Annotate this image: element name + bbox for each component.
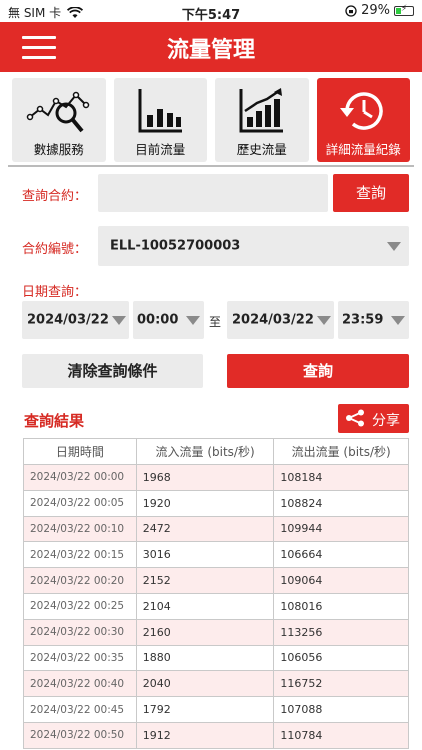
- tab-history-traffic[interactable]: 歷史流量: [215, 78, 309, 162]
- tab-current-traffic[interactable]: 目前流量: [113, 78, 208, 162]
- table-row: 2024/03/22 00:35 1880 106056: [23, 644, 409, 672]
- battery-icon: ⚡: [394, 3, 414, 16]
- table-row: 2024/03/22 00:10 2472 109944: [23, 515, 409, 543]
- table-header-row: 日期時間 流入流量 (bits/秒) 流出流量 (bits/秒): [23, 438, 409, 465]
- nav-bar: 流量管理: [0, 22, 422, 72]
- cell-outbound: 106664: [273, 541, 409, 569]
- cell-inbound: 1912: [135, 721, 275, 749]
- page-title: 流量管理: [166, 38, 255, 63]
- contract-no-select[interactable]: ELL-10052700003: [98, 226, 409, 266]
- tab-detailed-traffic-log[interactable]: 詳細流量紀錄: [316, 78, 411, 162]
- share-icon: [346, 409, 364, 427]
- table-row: 2024/03/22 00:05 1920 108824: [23, 489, 409, 517]
- cell-inbound: 1920: [135, 489, 275, 517]
- bar-chart-icon: [114, 84, 208, 138]
- contract-query-button[interactable]: 查詢: [333, 174, 409, 212]
- cell-outbound: 106056: [273, 644, 409, 672]
- start-time-select[interactable]: 00:00: [133, 301, 204, 339]
- cell-datetime: 2024/03/22 00:05: [23, 489, 137, 517]
- table-row: 2024/03/22 00:30 2160 113256: [23, 618, 409, 646]
- end-date-select[interactable]: 2024/03/22: [227, 301, 334, 339]
- tab-data-service[interactable]: 數據服務: [12, 78, 106, 162]
- cell-outbound: 107088: [273, 696, 409, 723]
- chevron-down-icon: [391, 316, 405, 325]
- cell-datetime: 2024/03/22 00:20: [23, 567, 137, 594]
- cell-outbound: 108824: [273, 489, 409, 517]
- column-header-outbound: 流出流量 (bits/秒): [273, 438, 409, 465]
- share-label: 分享: [372, 413, 400, 429]
- cell-outbound: 109944: [273, 515, 409, 543]
- analytics-search-icon: [12, 84, 106, 138]
- contract-no-value: ELL-10052700003: [110, 238, 241, 254]
- cell-inbound: 1968: [135, 464, 275, 491]
- table-row: 2024/03/22 00:45 1792 107088: [23, 696, 409, 723]
- cell-datetime: 2024/03/22 00:30: [23, 618, 137, 646]
- battery-percent: 29%: [361, 3, 390, 18]
- table-row: 2024/03/22 00:25 2104 108016: [23, 592, 409, 620]
- tab-label: 詳細流量紀錄: [325, 142, 401, 157]
- tab-label: 數據服務: [33, 142, 84, 157]
- cell-outbound: 110784: [273, 721, 409, 749]
- tab-label: 歷史流量: [236, 142, 287, 157]
- column-header-inbound: 流入流量 (bits/秒): [135, 438, 275, 465]
- cell-datetime: 2024/03/22 00:15: [23, 541, 137, 569]
- cell-outbound: 109064: [273, 567, 409, 594]
- cell-datetime: 2024/03/22 00:50: [23, 721, 137, 749]
- end-time-select[interactable]: 23:59: [338, 301, 409, 339]
- contract-no-label: 合約編號：: [22, 242, 88, 257]
- cell-inbound: 2104: [135, 592, 275, 620]
- clear-query-button[interactable]: 清除查詢條件: [22, 354, 203, 388]
- status-right: 29% ⚡: [345, 3, 414, 18]
- cell-outbound: 108016: [273, 592, 409, 620]
- cell-inbound: 2040: [135, 670, 275, 698]
- column-header-datetime: 日期時間: [23, 438, 137, 465]
- chevron-down-icon: [387, 242, 401, 251]
- query-button[interactable]: 查詢: [227, 354, 409, 388]
- cell-datetime: 2024/03/22 00:00: [23, 464, 137, 491]
- history-clock-icon: [317, 84, 411, 138]
- start-time-value: 00:00: [137, 312, 179, 328]
- cell-inbound: 1880: [135, 644, 275, 672]
- table-row: 2024/03/22 00:20 2152 109064: [23, 567, 409, 594]
- cell-inbound: 2160: [135, 618, 275, 646]
- tab-label: 目前流量: [135, 142, 186, 157]
- cell-inbound: 3016: [135, 541, 275, 569]
- results-table: 日期時間 流入流量 (bits/秒) 流出流量 (bits/秒) 2024/03…: [23, 438, 409, 749]
- cell-outbound: 108184: [273, 464, 409, 491]
- date-query-label: 日期查詢：: [22, 285, 88, 300]
- cell-outbound: 113256: [273, 618, 409, 646]
- trend-chart-icon: [215, 84, 309, 138]
- contract-query-field: [98, 174, 328, 212]
- cell-datetime: 2024/03/22 00:45: [23, 696, 137, 723]
- cell-datetime: 2024/03/22 00:40: [23, 670, 137, 698]
- to-label: 至: [209, 315, 222, 329]
- cell-datetime: 2024/03/22 00:25: [23, 592, 137, 620]
- start-date-select[interactable]: 2024/03/22: [22, 301, 129, 339]
- contract-query-label: 查詢合約：: [22, 189, 88, 204]
- charging-icon: ⚡: [400, 3, 408, 14]
- chevron-down-icon: [317, 316, 331, 325]
- cell-datetime: 2024/03/22 00:35: [23, 644, 137, 672]
- cell-outbound: 116752: [273, 670, 409, 698]
- feature-tabs: 數據服務 目前流量 歷史流量 詳細流量紀錄: [12, 78, 410, 162]
- tabs-divider: [8, 165, 414, 167]
- cell-datetime: 2024/03/22 00:10: [23, 515, 137, 543]
- status-bar: 無 SIM 卡 下午5:47 29% ⚡: [0, 0, 422, 23]
- share-button[interactable]: 分享: [338, 404, 409, 433]
- cell-inbound: 2152: [135, 567, 275, 594]
- cell-inbound: 1792: [135, 696, 275, 723]
- results-title: 查詢結果: [24, 412, 85, 430]
- table-row: 2024/03/22 00:50 1912 110784: [23, 721, 409, 749]
- table-row: 2024/03/22 00:00 1968 108184: [23, 464, 409, 491]
- table-row: 2024/03/22 00:15 3016 106664: [23, 541, 409, 569]
- end-date-value: 2024/03/22: [232, 312, 314, 328]
- start-date-value: 2024/03/22: [27, 312, 109, 328]
- orientation-lock-icon: [345, 4, 357, 17]
- end-time-value: 23:59: [342, 312, 384, 328]
- table-row: 2024/03/22 00:40 2040 116752: [23, 670, 409, 698]
- chevron-down-icon: [186, 316, 200, 325]
- cell-inbound: 2472: [135, 515, 275, 543]
- contract-query-input[interactable]: [98, 174, 328, 212]
- chevron-down-icon: [112, 316, 126, 325]
